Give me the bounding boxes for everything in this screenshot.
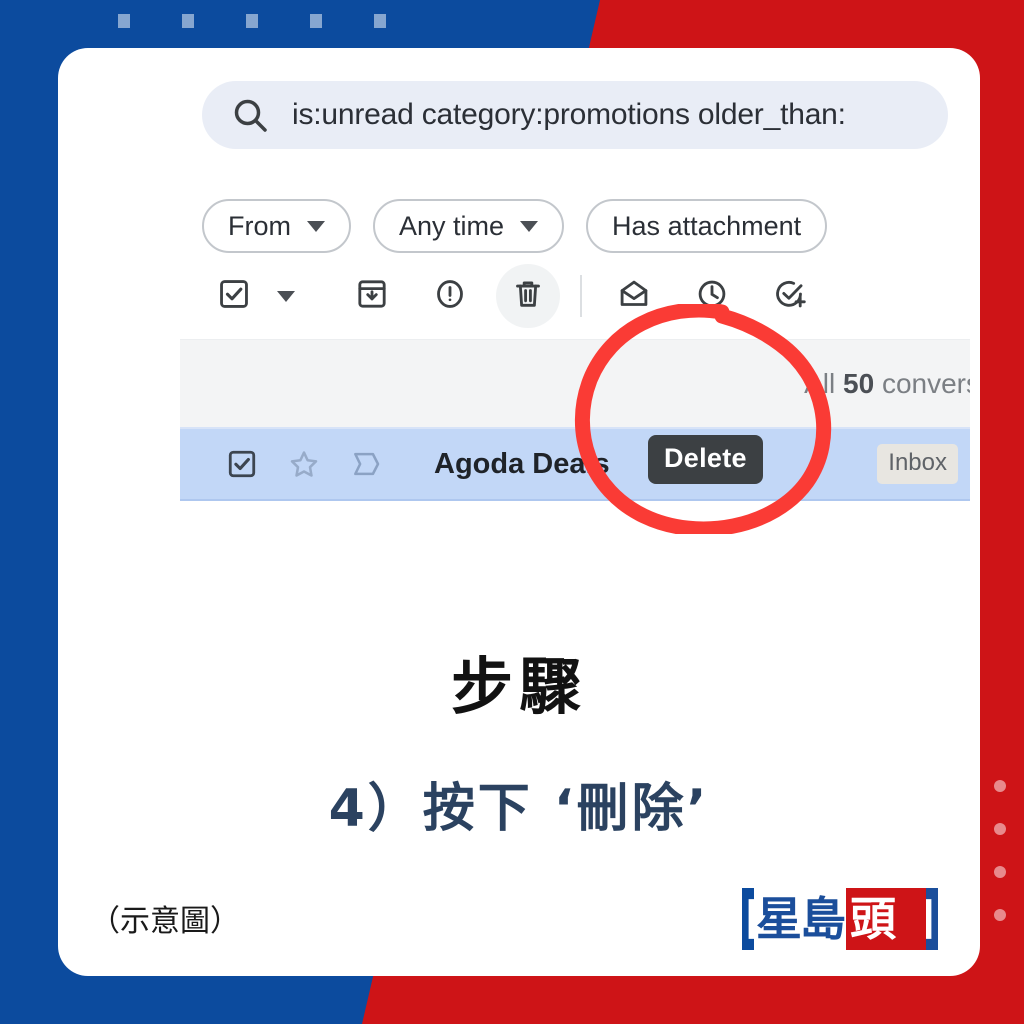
logo-left-bracket	[742, 888, 754, 950]
search-filter-chips: From Any time Has attachment	[180, 173, 970, 253]
content-card: is:unread category:promotions older_than…	[58, 48, 980, 976]
right-decorative-dots	[994, 780, 1006, 921]
select-all-checkbox[interactable]	[202, 264, 266, 328]
filter-chip-has-attachment[interactable]: Has attachment	[586, 199, 828, 253]
caption-block: 步驟 4）按下 ‘刪除’	[58, 636, 980, 841]
filter-chip-has-attachment-label: Has attachment	[612, 210, 802, 241]
count-number: 50	[843, 367, 875, 399]
chevron-down-icon	[307, 220, 325, 232]
checkbox-checked-icon	[217, 277, 251, 316]
snooze-button[interactable]	[680, 264, 744, 328]
search-query-text: is:unread category:promotions older_than…	[292, 98, 846, 131]
search-bar[interactable]: is:unread category:promotions older_than…	[202, 81, 948, 149]
status-badge: Inbox	[877, 444, 958, 484]
decor-square	[118, 14, 130, 28]
decor-square	[246, 14, 258, 28]
page-title: 步驟	[450, 650, 587, 723]
delete-button[interactable]	[496, 264, 560, 328]
archive-icon	[355, 277, 389, 316]
select-all-dropdown[interactable]	[266, 264, 306, 328]
search-icon	[230, 95, 270, 135]
conversation-count-strip: All 50 convers	[180, 339, 970, 427]
illustration-note: （示意圖）	[90, 904, 240, 939]
top-decorative-squares	[118, 14, 386, 28]
count-prefix: All	[804, 367, 844, 399]
star-outline-icon[interactable]	[288, 448, 350, 480]
row-checkbox[interactable]	[226, 448, 288, 480]
filter-chip-from-label: From	[228, 210, 291, 241]
logo-red-text: 頭條	[846, 888, 926, 976]
filter-chip-from[interactable]: From	[202, 199, 351, 253]
delete-tooltip: Delete	[648, 435, 763, 484]
decor-dot	[994, 823, 1006, 835]
report-spam-button[interactable]	[418, 264, 482, 328]
poster-canvas: is:unread category:promotions older_than…	[0, 0, 1024, 1024]
decor-square	[374, 14, 386, 28]
add-to-tasks-button[interactable]	[758, 264, 822, 328]
gmail-search-zone: is:unread category:promotions older_than…	[180, 61, 970, 173]
mark-as-unread-button[interactable]	[602, 264, 666, 328]
add-task-icon	[773, 277, 807, 316]
gmail-toolbar	[180, 253, 970, 339]
conversation-count-text: All 50 convers	[804, 368, 970, 400]
decor-square	[310, 14, 322, 28]
clock-icon	[695, 277, 729, 316]
decor-dot	[994, 866, 1006, 878]
gmail-screenshot: is:unread category:promotions older_than…	[180, 61, 970, 616]
trash-icon	[511, 277, 545, 316]
mark-unread-icon	[617, 277, 651, 316]
filter-chip-any-time[interactable]: Any time	[373, 199, 565, 253]
decor-square	[182, 14, 194, 28]
report-spam-icon	[433, 277, 467, 316]
publisher-logo: 星島 頭條	[742, 888, 938, 976]
decor-dot	[994, 780, 1006, 792]
step-description: 4）按下 ‘刪除’	[328, 779, 710, 839]
count-suffix: convers	[874, 367, 970, 399]
logo-right-bracket	[926, 888, 938, 950]
toolbar-divider	[580, 275, 582, 317]
table-row[interactable]: Agoda Deals Inbox	[180, 427, 970, 501]
chevron-down-icon	[520, 220, 539, 232]
mail-sender-name: Agoda Deals	[434, 447, 610, 480]
important-marker-icon[interactable]	[350, 448, 412, 480]
decor-dot	[994, 909, 1006, 921]
archive-button[interactable]	[340, 264, 404, 328]
filter-chip-any-time-label: Any time	[399, 210, 505, 241]
caret-down-icon	[277, 290, 295, 302]
logo-blue-text: 星島	[754, 888, 846, 950]
